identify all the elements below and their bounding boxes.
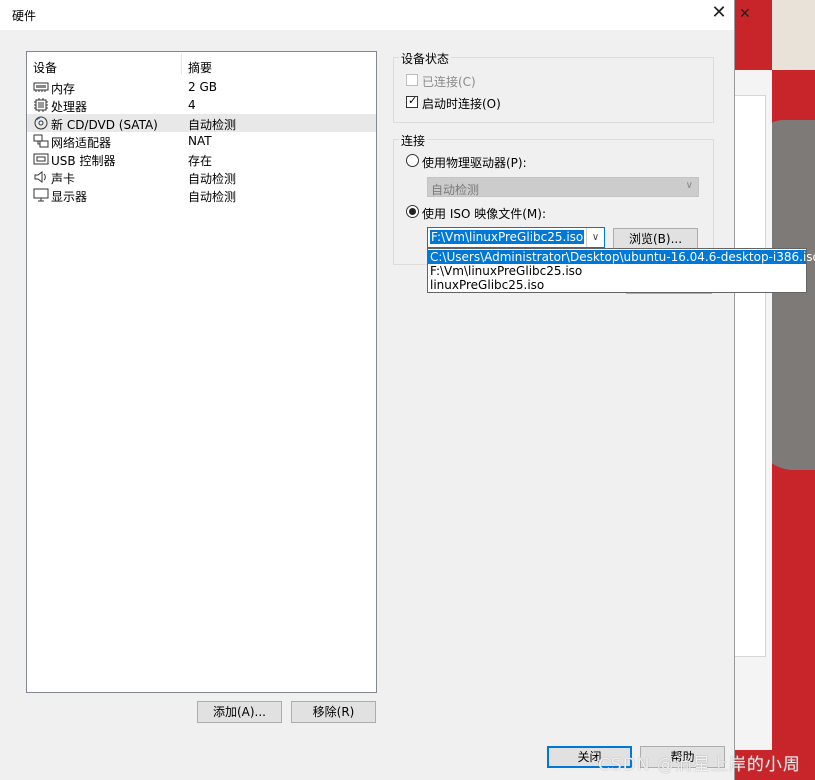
browse-button[interactable]: 浏览(B)... bbox=[613, 228, 698, 250]
memory-icon bbox=[33, 82, 49, 92]
device-row-sound[interactable]: 声卡 自动检测 bbox=[27, 168, 376, 186]
dialog-title: 硬件 bbox=[12, 9, 37, 23]
device-name: 声卡 bbox=[51, 172, 76, 186]
device-name: 显示器 bbox=[51, 190, 88, 204]
device-row-network[interactable]: 网络适配器 NAT bbox=[27, 132, 376, 150]
dropdown-option[interactable]: C:\Users\Administrator\Desktop\ubuntu-16… bbox=[428, 250, 815, 264]
title-bar: 硬件 ✕ bbox=[0, 0, 734, 30]
dropdown-option[interactable]: F:\Vm\linuxPreGlibc25.iso bbox=[428, 264, 806, 278]
network-adapter-icon bbox=[33, 134, 49, 148]
device-list-header: 设备 摘要 bbox=[27, 52, 376, 76]
device-row-processor[interactable]: 处理器 4 bbox=[27, 96, 376, 114]
device-summary: 自动检测 bbox=[188, 190, 237, 204]
cpu-icon bbox=[34, 98, 48, 112]
background-window: ✕ bbox=[734, 0, 815, 780]
column-header-summary[interactable]: 摘要 bbox=[188, 59, 212, 76]
background-window-panel bbox=[734, 95, 766, 657]
usb-icon bbox=[33, 153, 49, 165]
dropdown-option[interactable]: linuxPreGlibc25.iso bbox=[428, 278, 806, 292]
background-close-icon[interactable]: ✕ bbox=[739, 6, 751, 22]
close-icon[interactable]: ✕ bbox=[708, 3, 730, 25]
device-summary: NAT bbox=[188, 134, 212, 148]
connect-at-power-on-checkbox[interactable]: ✓ bbox=[406, 94, 418, 108]
device-row-usb[interactable]: USB 控制器 存在 bbox=[27, 150, 376, 168]
device-summary: 自动检测 bbox=[188, 172, 237, 186]
device-summary: 自动检测 bbox=[188, 118, 237, 132]
hardware-dialog: 硬件 ✕ 设备 摘要 内存 2 GB 处理器 4 新 CD/DVD (SATA)… bbox=[0, 0, 735, 780]
device-summary: 4 bbox=[188, 98, 196, 112]
connection-label: 连接 bbox=[399, 132, 428, 149]
column-divider[interactable] bbox=[181, 54, 182, 74]
iso-path-combobox[interactable]: F:\Vm\linuxPreGlibc25.iso ∨ bbox=[427, 227, 605, 248]
monitor-icon bbox=[33, 188, 49, 202]
speaker-icon bbox=[34, 171, 46, 183]
device-name: 新 CD/DVD (SATA) bbox=[51, 118, 158, 132]
device-list[interactable]: 设备 摘要 内存 2 GB 处理器 4 新 CD/DVD (SATA) 自动检测… bbox=[26, 51, 377, 693]
background-wallpaper-top bbox=[772, 0, 815, 70]
device-name: USB 控制器 bbox=[51, 154, 116, 168]
device-status-label: 设备状态 bbox=[399, 50, 452, 67]
chevron-down-icon: ∨ bbox=[685, 180, 693, 191]
iso-image-label[interactable]: 使用 ISO 映像文件(M): bbox=[422, 205, 546, 222]
physical-drive-select: 自动检测 ∨ bbox=[427, 177, 699, 197]
connected-label: 已连接(C) bbox=[422, 75, 476, 89]
physical-drive-radio[interactable] bbox=[406, 154, 419, 167]
device-row-display[interactable]: 显示器 自动检测 bbox=[27, 186, 376, 204]
device-summary: 存在 bbox=[188, 154, 213, 168]
physical-drive-value: 自动检测 bbox=[431, 183, 480, 197]
device-row-cd-dvd[interactable]: 新 CD/DVD (SATA) 自动检测 bbox=[27, 114, 376, 132]
chevron-down-icon[interactable]: ∨ bbox=[586, 228, 604, 247]
cd-dvd-icon bbox=[34, 116, 48, 130]
physical-drive-label[interactable]: 使用物理驱动器(P): bbox=[422, 154, 527, 171]
watermark: CSDN @淌星上岸的小周 bbox=[598, 755, 801, 775]
iso-image-radio[interactable] bbox=[406, 205, 419, 218]
device-summary: 2 GB bbox=[188, 80, 217, 94]
radio-dot bbox=[409, 208, 416, 215]
add-button[interactable]: 添加(A)... bbox=[197, 701, 282, 723]
check-mark-icon: ✓ bbox=[408, 94, 418, 107]
device-name: 网络适配器 bbox=[51, 136, 112, 150]
device-name: 内存 bbox=[51, 82, 76, 96]
device-row-memory[interactable]: 内存 2 GB bbox=[27, 78, 376, 96]
iso-path-input[interactable]: F:\Vm\linuxPreGlibc25.iso bbox=[430, 230, 585, 244]
connect-at-power-on-label[interactable]: 启动时连接(O) bbox=[422, 95, 501, 112]
iso-path-dropdown[interactable]: C:\Users\Administrator\Desktop\ubuntu-16… bbox=[427, 248, 815, 293]
device-name: 处理器 bbox=[51, 100, 88, 114]
connected-checkbox bbox=[406, 74, 418, 86]
column-header-device[interactable]: 设备 bbox=[33, 59, 57, 76]
remove-button[interactable]: 移除(R) bbox=[291, 701, 376, 723]
